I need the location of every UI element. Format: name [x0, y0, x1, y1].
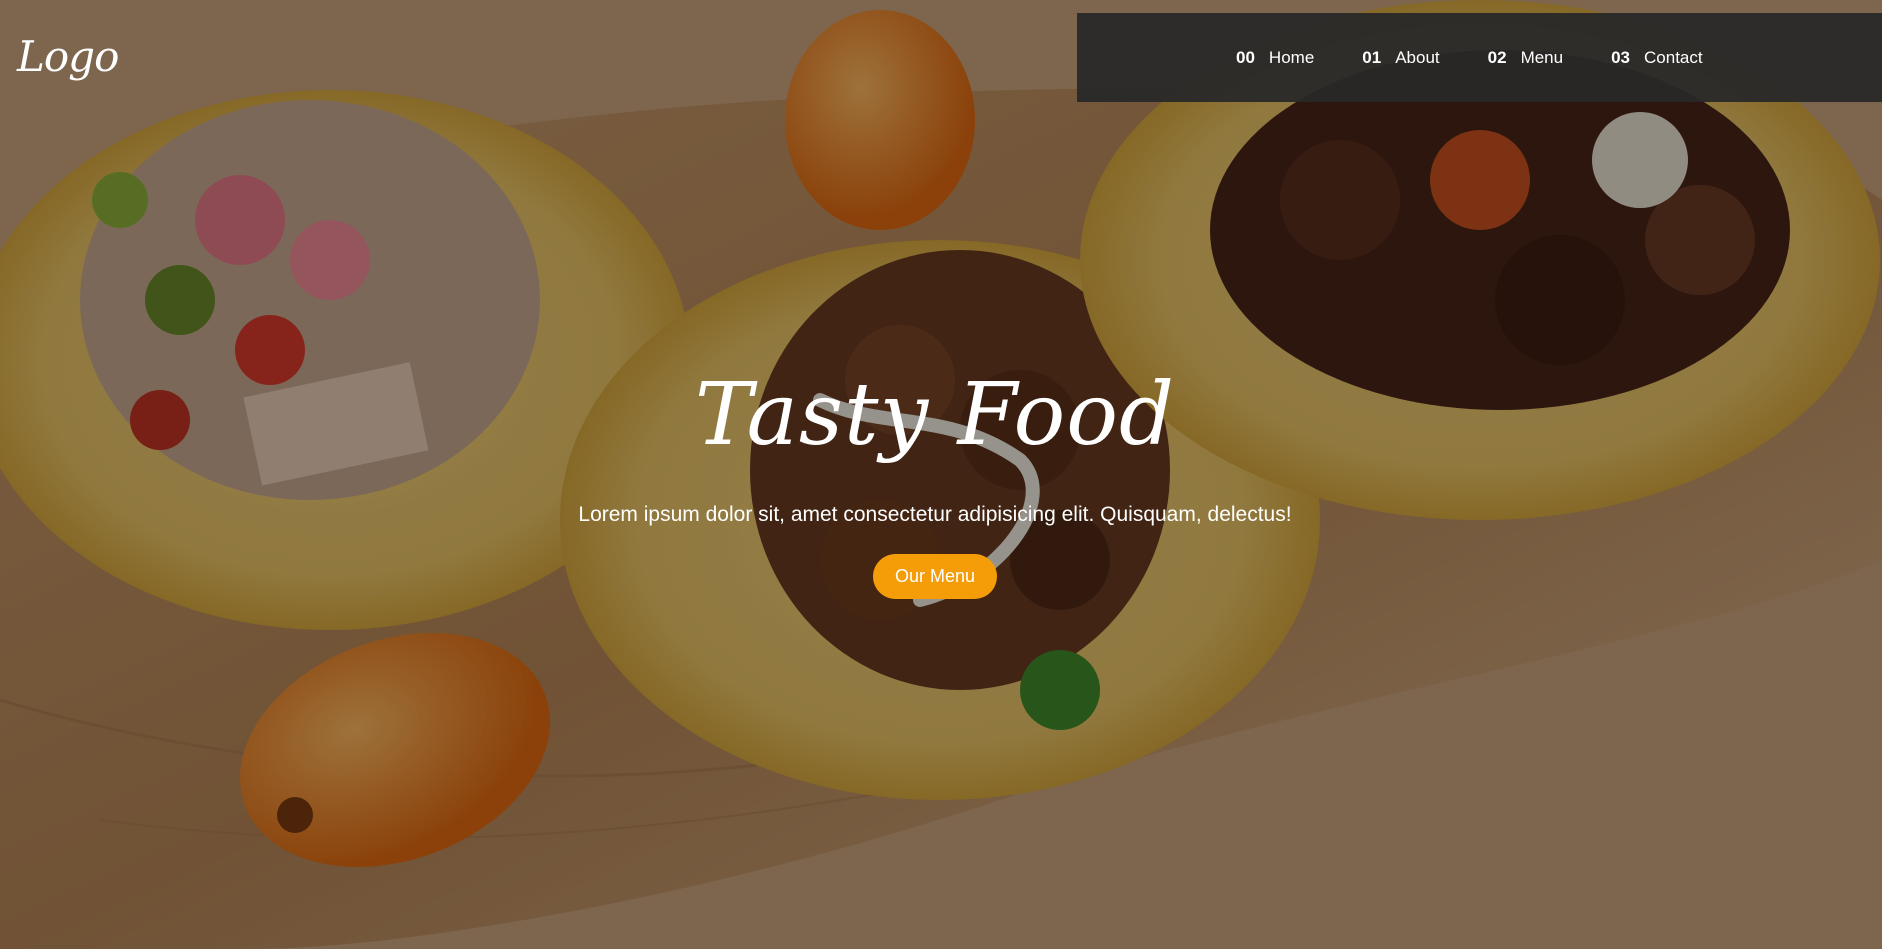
nav-item-number: 02: [1487, 47, 1507, 67]
main-navigation: 00 Home 01 About 02 Menu 03 Contact: [1077, 13, 1882, 102]
nav-item-about[interactable]: 01 About: [1362, 48, 1439, 68]
site-logo[interactable]: Logo: [17, 32, 119, 81]
nav-item-number: 03: [1611, 47, 1631, 67]
nav-item-label: Home: [1268, 47, 1315, 67]
hero-subtitle: Lorem ipsum dolor sit, amet consectetur …: [578, 503, 1292, 526]
nav-item-label: About: [1395, 47, 1440, 67]
our-menu-button[interactable]: Our Menu: [873, 554, 997, 599]
nav-item-menu[interactable]: 02 Menu: [1488, 48, 1563, 68]
hero-title: Tasty Food: [694, 365, 1176, 465]
hero-dark-overlay: [0, 0, 1882, 949]
nav-item-label: Menu: [1520, 47, 1564, 67]
nav-list: 00 Home 01 About 02 Menu 03 Contact: [1236, 13, 1751, 102]
nav-item-contact[interactable]: 03 Contact: [1611, 48, 1703, 68]
nav-item-label: Contact: [1644, 47, 1703, 67]
nav-item-number: 00: [1236, 47, 1255, 67]
nav-item-number: 01: [1362, 47, 1382, 67]
nav-item-home[interactable]: 00 Home: [1236, 48, 1314, 68]
